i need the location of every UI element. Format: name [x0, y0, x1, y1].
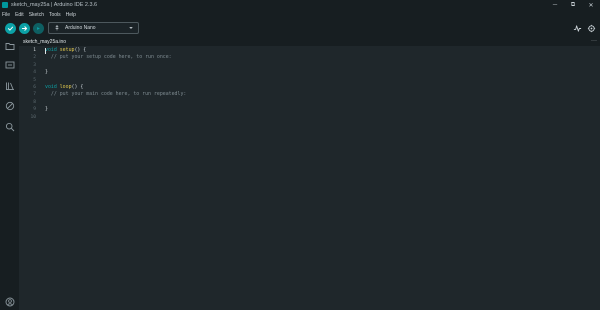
window-controls: ─ ⧉ ✕: [546, 0, 600, 10]
toolbar: Arduino Nano: [0, 19, 600, 37]
menu-file[interactable]: File: [2, 12, 10, 18]
board-selector[interactable]: Arduino Nano: [48, 22, 139, 34]
code-line: void setup() {: [45, 47, 86, 54]
line-number: 8: [33, 99, 36, 105]
code-token: // put your setup code here, to run once…: [45, 54, 172, 61]
line-number: 4: [33, 70, 36, 76]
code-editor[interactable]: 1 2 3 4 5 6 7 8 9 10 void setup() { // put your s…: [19, 46, 600, 310]
code-line: // put your main code here, to run repea…: [45, 91, 186, 98]
close-button[interactable]: ✕: [582, 0, 600, 10]
line-number: 1: [33, 48, 36, 53]
plotter-icon: [573, 24, 581, 32]
serial-plotter-button[interactable]: [572, 23, 582, 33]
line-number: 10: [30, 114, 36, 120]
code-line: void loop() {: [45, 84, 83, 91]
menu-tools[interactable]: Tools: [49, 12, 61, 18]
usb-icon: [55, 25, 59, 31]
debug-icon: [37, 27, 40, 30]
sidebar: [0, 37, 19, 310]
code-token: void: [45, 47, 57, 53]
text-cursor: [45, 48, 46, 54]
board-icon: [5, 61, 14, 68]
search-icon: [5, 122, 14, 131]
code-token: () {: [71, 84, 84, 90]
code-line: // put your setup code here, to run once…: [45, 54, 172, 61]
code-token: // put your main code here, to run repea…: [45, 91, 187, 98]
window-title: sketch_may25a | Arduino IDE 2.3.6: [11, 2, 98, 8]
code-token: () {: [74, 47, 87, 53]
code-token: }: [45, 69, 48, 76]
maximize-button[interactable]: ⧉: [564, 0, 582, 10]
tab-sketch-file[interactable]: sketch_may25a.ino: [21, 37, 68, 46]
search-button[interactable]: [4, 121, 15, 132]
upload-button[interactable]: [19, 23, 30, 34]
library-manager-button[interactable]: [4, 80, 15, 91]
code-token: setup: [59, 47, 75, 53]
boards-manager-button[interactable]: [4, 59, 15, 70]
user-icon: [5, 297, 14, 306]
line-number: 2: [33, 55, 36, 61]
checkmark-icon: [7, 26, 14, 31]
code-line: }: [45, 69, 48, 76]
code-token: void: [45, 84, 57, 90]
code-token: loop: [59, 84, 72, 90]
more-options-button[interactable]: ···: [591, 37, 597, 46]
debug-button[interactable]: [33, 23, 44, 34]
code-line: }: [45, 106, 48, 113]
verify-button[interactable]: [5, 23, 16, 34]
menu-help[interactable]: Help: [66, 12, 76, 18]
menu-sketch[interactable]: Sketch: [29, 12, 44, 18]
code-token: }: [45, 106, 48, 113]
line-number: 7: [33, 92, 36, 98]
library-icon: [5, 82, 14, 90]
menu-edit[interactable]: Edit: [15, 12, 24, 18]
debug-panel-button[interactable]: [4, 100, 15, 111]
folder-icon: [5, 42, 14, 50]
title-bar: sketch_may25a | Arduino IDE 2.3.6 ─ ⧉ ✕: [0, 0, 600, 10]
minimize-button[interactable]: ─: [546, 0, 564, 10]
sketchbook-button[interactable]: [4, 40, 15, 51]
profile-button[interactable]: [4, 296, 15, 307]
line-number: 6: [33, 85, 36, 90]
arrow-right-icon: [21, 26, 28, 31]
editor-tab-bar: sketch_may25a.ino ···: [19, 37, 600, 46]
serial-monitor-icon: [587, 24, 595, 32]
board-name: Arduino Nano: [65, 25, 96, 31]
line-number: 3: [33, 62, 36, 68]
line-number-gutter: 1 2 3 4 5 6 7 8 9 10: [19, 46, 41, 310]
no-debug-icon: [5, 101, 14, 110]
chevron-down-icon: [129, 27, 133, 29]
menu-bar: File Edit Sketch Tools Help: [0, 10, 600, 19]
line-number: 9: [33, 107, 36, 113]
arduino-app-icon: [2, 2, 8, 8]
serial-monitor-button[interactable]: [586, 23, 596, 33]
line-number: 5: [33, 77, 36, 83]
